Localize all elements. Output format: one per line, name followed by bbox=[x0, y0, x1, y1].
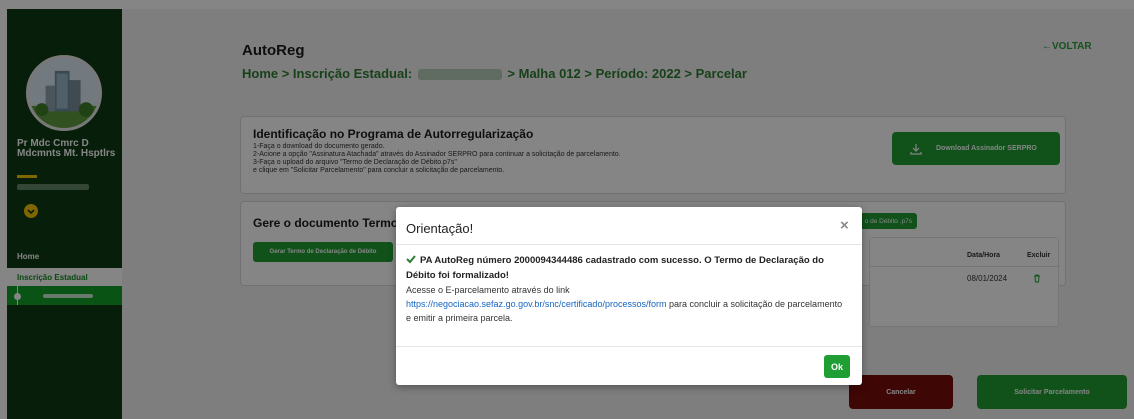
dialog-lead: PA AutoReg número 2000094344486 cadastra… bbox=[406, 253, 846, 283]
dialog-body: PA AutoReg número 2000094344486 cadastra… bbox=[406, 253, 846, 325]
eparcelamento-link[interactable]: https://negociacao.sefaz.go.gov.br/snc/c… bbox=[406, 299, 666, 309]
close-icon[interactable]: × bbox=[840, 217, 849, 234]
dialog-lead-text: PA AutoReg número 2000094344486 cadastra… bbox=[406, 255, 824, 281]
dialog-line3-wrap: https://negociacao.sefaz.go.gov.br/snc/c… bbox=[406, 297, 846, 325]
ok-button[interactable]: Ok bbox=[824, 355, 850, 378]
dialog-divider-top bbox=[396, 244, 862, 245]
dialog-title: Orientação! bbox=[406, 221, 474, 236]
dialog-line2: Acesse o E-parcelamento através do link bbox=[406, 285, 570, 295]
dialog-divider-bottom bbox=[396, 346, 862, 347]
check-icon bbox=[406, 255, 416, 264]
orientacao-dialog: Orientação! × PA AutoReg número 20000943… bbox=[396, 207, 862, 385]
